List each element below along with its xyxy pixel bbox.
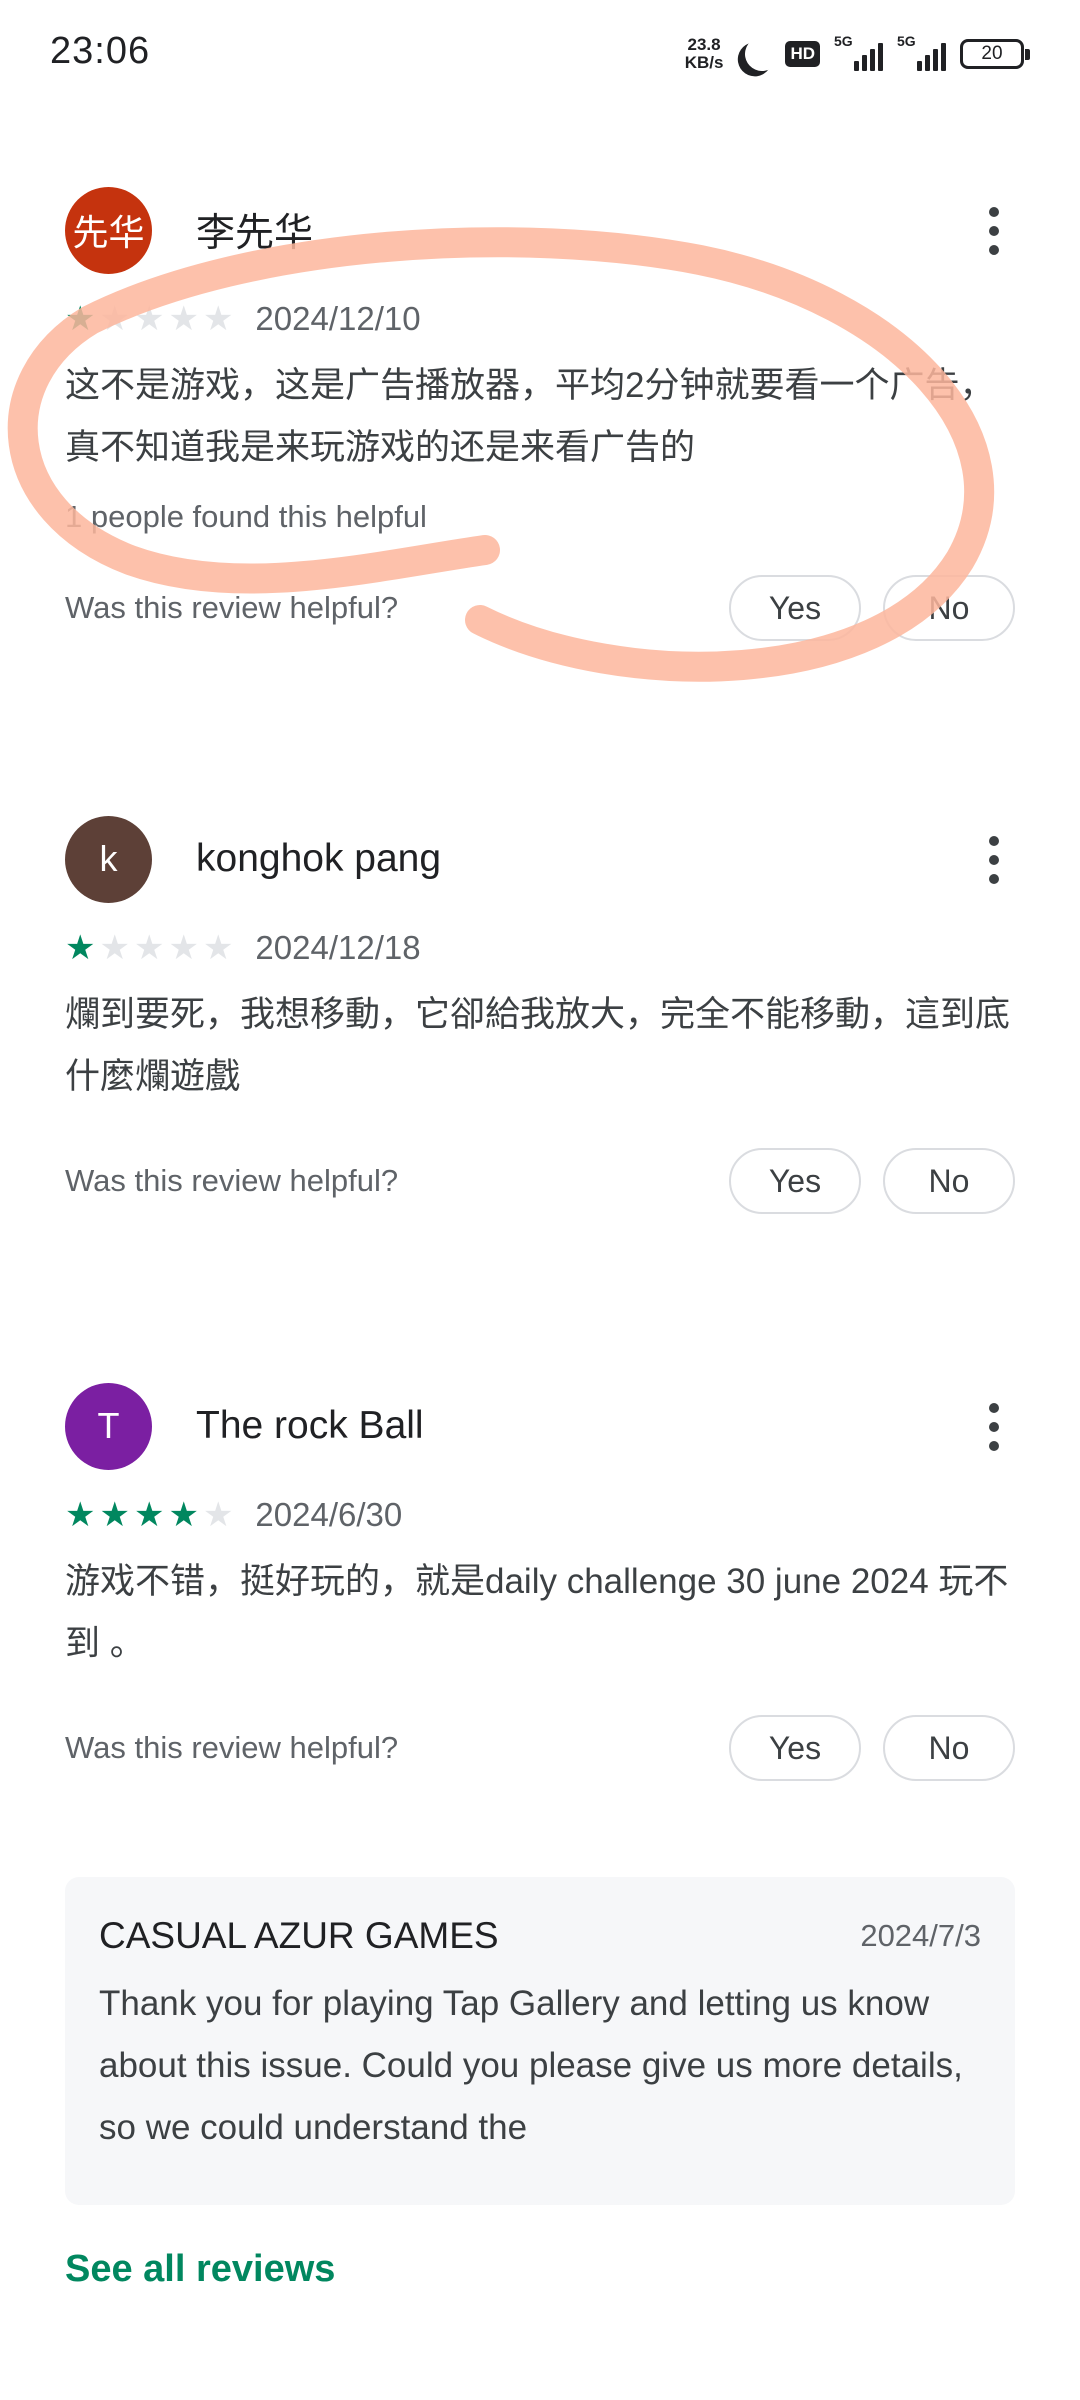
star-filled-icon: ★ (65, 1496, 96, 1534)
developer-reply: CASUAL AZUR GAMES 2024/7/3 Thank you for… (65, 1877, 1015, 2205)
review-card: k konghok pang ★ ★ ★ ★ ★ 2024/12/18 爛到要死，我想移… (65, 814, 1015, 1214)
yes-button[interactable]: Yes (729, 1148, 861, 1214)
helpful-question: Was this review helpful? (65, 1163, 399, 1198)
reviewer-name: 李先华 (196, 212, 314, 255)
helpful-row: Was this review helpful? Yes No (65, 1715, 1015, 1781)
star-empty-icon: ★ (99, 929, 130, 967)
more-options-icon[interactable] (987, 836, 1001, 884)
more-options-icon[interactable] (987, 1403, 1001, 1451)
signal-label: 5G (897, 33, 916, 49)
status-bar: 23:06 23.8 KB/s HD 5G 5G 20 (0, 0, 1080, 110)
no-button[interactable]: No (883, 1715, 1015, 1781)
star-filled-icon: ★ (99, 1496, 130, 1534)
signal-icon: 5G (897, 33, 946, 71)
no-button[interactable]: No (883, 575, 1015, 641)
star-filled-icon: ★ (65, 300, 96, 338)
review-text: 这不是游戏，这是广告播放器，平均2分钟就要看一个广告，真不知道我是来玩游戏的还是… (65, 366, 995, 467)
star-rating: ★ ★ ★ ★ ★ (65, 931, 233, 965)
rating-row: ★ ★ ★ ★ ★ 2024/6/30 (65, 1493, 1015, 1537)
battery-level: 20 (981, 43, 1003, 64)
reviewer-name: konghok pang (196, 837, 442, 880)
avatar: k (65, 815, 152, 903)
moon-icon (743, 34, 782, 73)
review-date: 2024/12/10 (255, 300, 421, 337)
star-filled-icon: ★ (133, 1496, 165, 1534)
developer-reply-header: CASUAL AZUR GAMES 2024/7/3 (99, 1913, 981, 1959)
reviewer-row: k konghok pang (65, 814, 1015, 904)
hd-icon: HD (785, 41, 820, 67)
developer-reply-text: Thank you for playing Tap Gallery and le… (99, 1973, 981, 2159)
no-button[interactable]: No (883, 1148, 1015, 1214)
star-empty-icon: ★ (202, 300, 234, 338)
helpful-row: Was this review helpful? Yes No (65, 1148, 1015, 1214)
signal-icon: 5G (834, 33, 883, 71)
star-filled-icon: ★ (168, 1496, 199, 1534)
star-empty-icon: ★ (168, 929, 199, 967)
review-date: 2024/12/18 (255, 929, 421, 966)
star-rating: ★ ★ ★ ★ ★ (65, 1498, 233, 1532)
reviewer-row: 先华 李先华 (65, 185, 1015, 275)
network-speed-unit: KB/s (684, 53, 724, 72)
star-empty-icon: ★ (133, 300, 165, 338)
network-speed: 23.8 KB/s (685, 36, 724, 72)
network-speed-value: 23.8 (687, 35, 721, 54)
battery-icon: 20 (960, 39, 1030, 69)
star-empty-icon: ★ (133, 929, 165, 967)
star-empty-icon: ★ (202, 1496, 234, 1534)
rating-row: ★ ★ ★ ★ ★ 2024/12/10 (65, 297, 1015, 341)
star-empty-icon: ★ (99, 300, 130, 338)
review-text: 游戏不错，挺好玩的，就是daily challenge 30 june 2024… (65, 1562, 1009, 1663)
helpful-question: Was this review helpful? (65, 590, 399, 625)
helpful-question: Was this review helpful? (65, 1730, 399, 1765)
helpful-row: Was this review helpful? Yes No (65, 575, 1015, 641)
star-empty-icon: ★ (168, 300, 199, 338)
signal-label: 5G (834, 33, 853, 49)
helpful-count: 1 people found this helpful (65, 499, 427, 534)
rating-row: ★ ★ ★ ★ ★ 2024/12/18 (65, 926, 1015, 970)
see-all-reviews-link[interactable]: See all reviews (65, 2248, 335, 2291)
star-rating: ★ ★ ★ ★ ★ (65, 302, 233, 336)
review-date: 2024/6/30 (255, 1496, 403, 1533)
status-icons: 23.8 KB/s HD 5G 5G 20 (685, 32, 1030, 76)
review-card: 先华 李先华 ★ ★ ★ ★ ★ 2024/12/10 这不是游戏，这是广告播放器，平均… (65, 185, 1015, 641)
more-options-icon[interactable] (987, 207, 1001, 255)
status-time: 23:06 (50, 30, 151, 72)
reviewer-name: The rock Ball (196, 1404, 424, 1447)
developer-name: CASUAL AZUR GAMES (99, 1915, 499, 1956)
reviewer-row: T The rock Ball (65, 1381, 1015, 1471)
avatar: 先华 (65, 186, 152, 274)
star-empty-icon: ★ (202, 929, 234, 967)
review-card: T The rock Ball ★ ★ ★ ★ ★ 2024/6/30 游戏不错，挺好玩… (65, 1381, 1015, 1781)
developer-reply-date: 2024/7/3 (860, 1918, 981, 1953)
star-filled-icon: ★ (65, 929, 96, 967)
yes-button[interactable]: Yes (729, 1715, 861, 1781)
yes-button[interactable]: Yes (729, 575, 861, 641)
review-text: 爛到要死，我想移動，它卻給我放大，完全不能移動，這到底什麼爛遊戲 (65, 995, 1011, 1096)
avatar: T (65, 1382, 152, 1470)
